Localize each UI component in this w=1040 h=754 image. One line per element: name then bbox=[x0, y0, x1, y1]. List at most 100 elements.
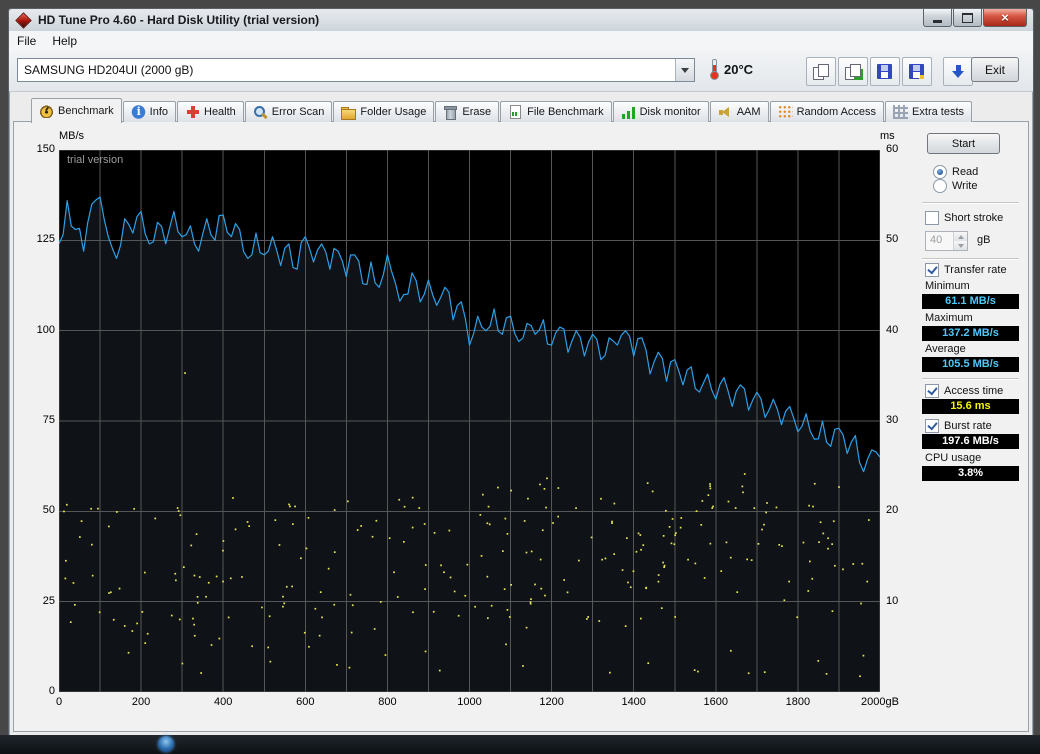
transfer-rate-label: Transfer rate bbox=[944, 264, 1007, 276]
trial-watermark: trial version bbox=[67, 154, 124, 166]
aam-icon bbox=[718, 105, 733, 119]
tab-extra-tests[interactable]: Extra tests bbox=[885, 101, 973, 122]
titlebar[interactable]: HD Tune Pro 4.60 - Hard Disk Utility (tr… bbox=[9, 9, 1033, 32]
gauge-icon bbox=[39, 104, 54, 118]
taskbar[interactable] bbox=[0, 735, 1040, 754]
tab-aam[interactable]: AAM bbox=[709, 101, 769, 122]
maximize-icon bbox=[962, 12, 973, 23]
combo-dropdown-button[interactable] bbox=[675, 59, 694, 81]
tab-label: Benchmark bbox=[58, 105, 114, 117]
tab-label: AAM bbox=[736, 106, 761, 118]
access-time-checkbox[interactable]: Access time bbox=[925, 384, 1003, 398]
app-window: HD Tune Pro 4.60 - Hard Disk Utility (tr… bbox=[8, 8, 1034, 737]
save-icon bbox=[876, 63, 894, 81]
window-title: HD Tune Pro 4.60 - Hard Disk Utility (tr… bbox=[38, 13, 320, 27]
menu-file[interactable]: File bbox=[9, 32, 44, 50]
minimize-icon bbox=[933, 19, 942, 23]
minimum-value: 61.1 MB/s bbox=[922, 294, 1019, 309]
tab-label: Folder Usage bbox=[360, 106, 427, 118]
tabstrip: Benchmark Info Health Error Scan Folder Usag… bbox=[31, 98, 1029, 123]
tab-label: File Benchmark bbox=[527, 106, 604, 118]
left-axis-tick: 75 bbox=[42, 414, 55, 426]
app-icon bbox=[15, 11, 32, 29]
tab-benchmark[interactable]: Benchmark bbox=[31, 98, 122, 123]
close-button[interactable]: × bbox=[983, 9, 1027, 27]
start-orb[interactable] bbox=[158, 736, 174, 752]
random-access-icon bbox=[777, 105, 793, 119]
file-benchmark-icon bbox=[508, 105, 523, 119]
write-radio[interactable]: Write bbox=[933, 179, 977, 193]
drive-select[interactable]: SAMSUNG HD204UI (2000 gB) bbox=[17, 58, 695, 82]
tab-file-benchmark[interactable]: File Benchmark bbox=[500, 101, 612, 122]
close-icon: × bbox=[1001, 10, 1009, 25]
temperature-readout: 20°C bbox=[709, 59, 753, 80]
spinner-arrows bbox=[953, 232, 967, 250]
export-button[interactable] bbox=[943, 57, 973, 86]
read-radio[interactable]: Read bbox=[933, 165, 978, 179]
tab-error-scan[interactable]: Error Scan bbox=[244, 101, 333, 122]
chevron-down-icon bbox=[681, 67, 689, 73]
menubar: File Help bbox=[9, 31, 1033, 52]
tab-label: Info bbox=[149, 106, 168, 118]
extra-tests-icon bbox=[893, 105, 909, 119]
spinner-down-button[interactable] bbox=[954, 241, 967, 250]
cpu-usage-label: CPU usage bbox=[925, 452, 982, 464]
drive-select-value: SAMSUNG HD204UI (2000 gB) bbox=[24, 63, 194, 77]
right-axis-tick: 30 bbox=[886, 414, 899, 426]
short-stroke-label: Short stroke bbox=[944, 212, 1004, 224]
tab-erase[interactable]: Erase bbox=[435, 101, 500, 122]
left-axis-tick: 50 bbox=[42, 504, 55, 517]
left-axis-unit: MB/s bbox=[59, 130, 85, 142]
chart-canvas bbox=[59, 150, 880, 692]
tab-random-access[interactable]: Random Access bbox=[769, 101, 885, 122]
info-icon bbox=[130, 105, 146, 119]
copy-screenshot-button[interactable] bbox=[806, 57, 836, 86]
right-axis-tick: 60 bbox=[886, 143, 899, 155]
folder-icon bbox=[341, 106, 357, 120]
right-axis-tick: 40 bbox=[886, 323, 899, 336]
spinner-up-button[interactable] bbox=[954, 232, 967, 241]
menu-help[interactable]: Help bbox=[44, 32, 85, 50]
exit-button[interactable]: Exit bbox=[971, 57, 1019, 82]
scan-icon bbox=[253, 105, 268, 119]
x-axis-tick: 600 bbox=[296, 696, 315, 708]
copy-add-icon bbox=[844, 63, 862, 81]
window-controls: × bbox=[922, 9, 1027, 27]
burst-rate-label: Burst rate bbox=[944, 420, 992, 432]
x-axis-tick: 0 bbox=[55, 696, 63, 708]
checkbox-icon bbox=[925, 211, 939, 225]
checkbox-icon bbox=[925, 384, 939, 398]
save-screenshot-button[interactable] bbox=[870, 57, 900, 86]
maximize-button[interactable] bbox=[953, 9, 982, 27]
disk-monitor-icon bbox=[620, 105, 636, 119]
average-value: 105.5 MB/s bbox=[922, 357, 1019, 372]
x-axis-tick: 400 bbox=[214, 696, 233, 708]
toolbar-buttons bbox=[806, 57, 975, 86]
burst-rate-checkbox[interactable]: Burst rate bbox=[925, 419, 992, 433]
health-icon bbox=[185, 105, 200, 119]
separator bbox=[922, 378, 1019, 380]
tab-info[interactable]: Info bbox=[122, 101, 176, 122]
radio-icon bbox=[933, 165, 947, 179]
tab-disk-monitor[interactable]: Disk monitor bbox=[612, 101, 709, 122]
toolbar: SAMSUNG HD204UI (2000 gB) 20°C Exit bbox=[9, 51, 1033, 92]
copy-icon bbox=[812, 63, 830, 81]
tab-health[interactable]: Health bbox=[177, 101, 244, 122]
save-results-button[interactable] bbox=[902, 57, 932, 86]
short-stroke-checkbox[interactable]: Short stroke bbox=[925, 211, 1003, 225]
left-axis-tick: 100 bbox=[36, 323, 55, 336]
right-axis-tick: 20 bbox=[886, 504, 899, 517]
start-button[interactable]: Start bbox=[927, 133, 1000, 154]
tab-folder-usage[interactable]: Folder Usage bbox=[333, 101, 435, 122]
left-axis-tick: 150 bbox=[36, 143, 55, 155]
minimize-button[interactable] bbox=[923, 9, 952, 27]
right-axis-tick: 50 bbox=[886, 233, 899, 246]
copy-results-button[interactable] bbox=[838, 57, 868, 86]
erase-icon bbox=[443, 105, 458, 120]
transfer-rate-checkbox[interactable]: Transfer rate bbox=[925, 263, 1007, 277]
short-stroke-spinner[interactable]: 40 bbox=[925, 231, 968, 251]
checkbox-icon bbox=[925, 263, 939, 277]
tab-label: Disk monitor bbox=[639, 106, 701, 118]
benchmark-chart: trial version bbox=[59, 150, 880, 692]
benchmark-page: MB/s ms trial version 150 125 100 75 50 25 0 60… bbox=[13, 121, 1029, 732]
